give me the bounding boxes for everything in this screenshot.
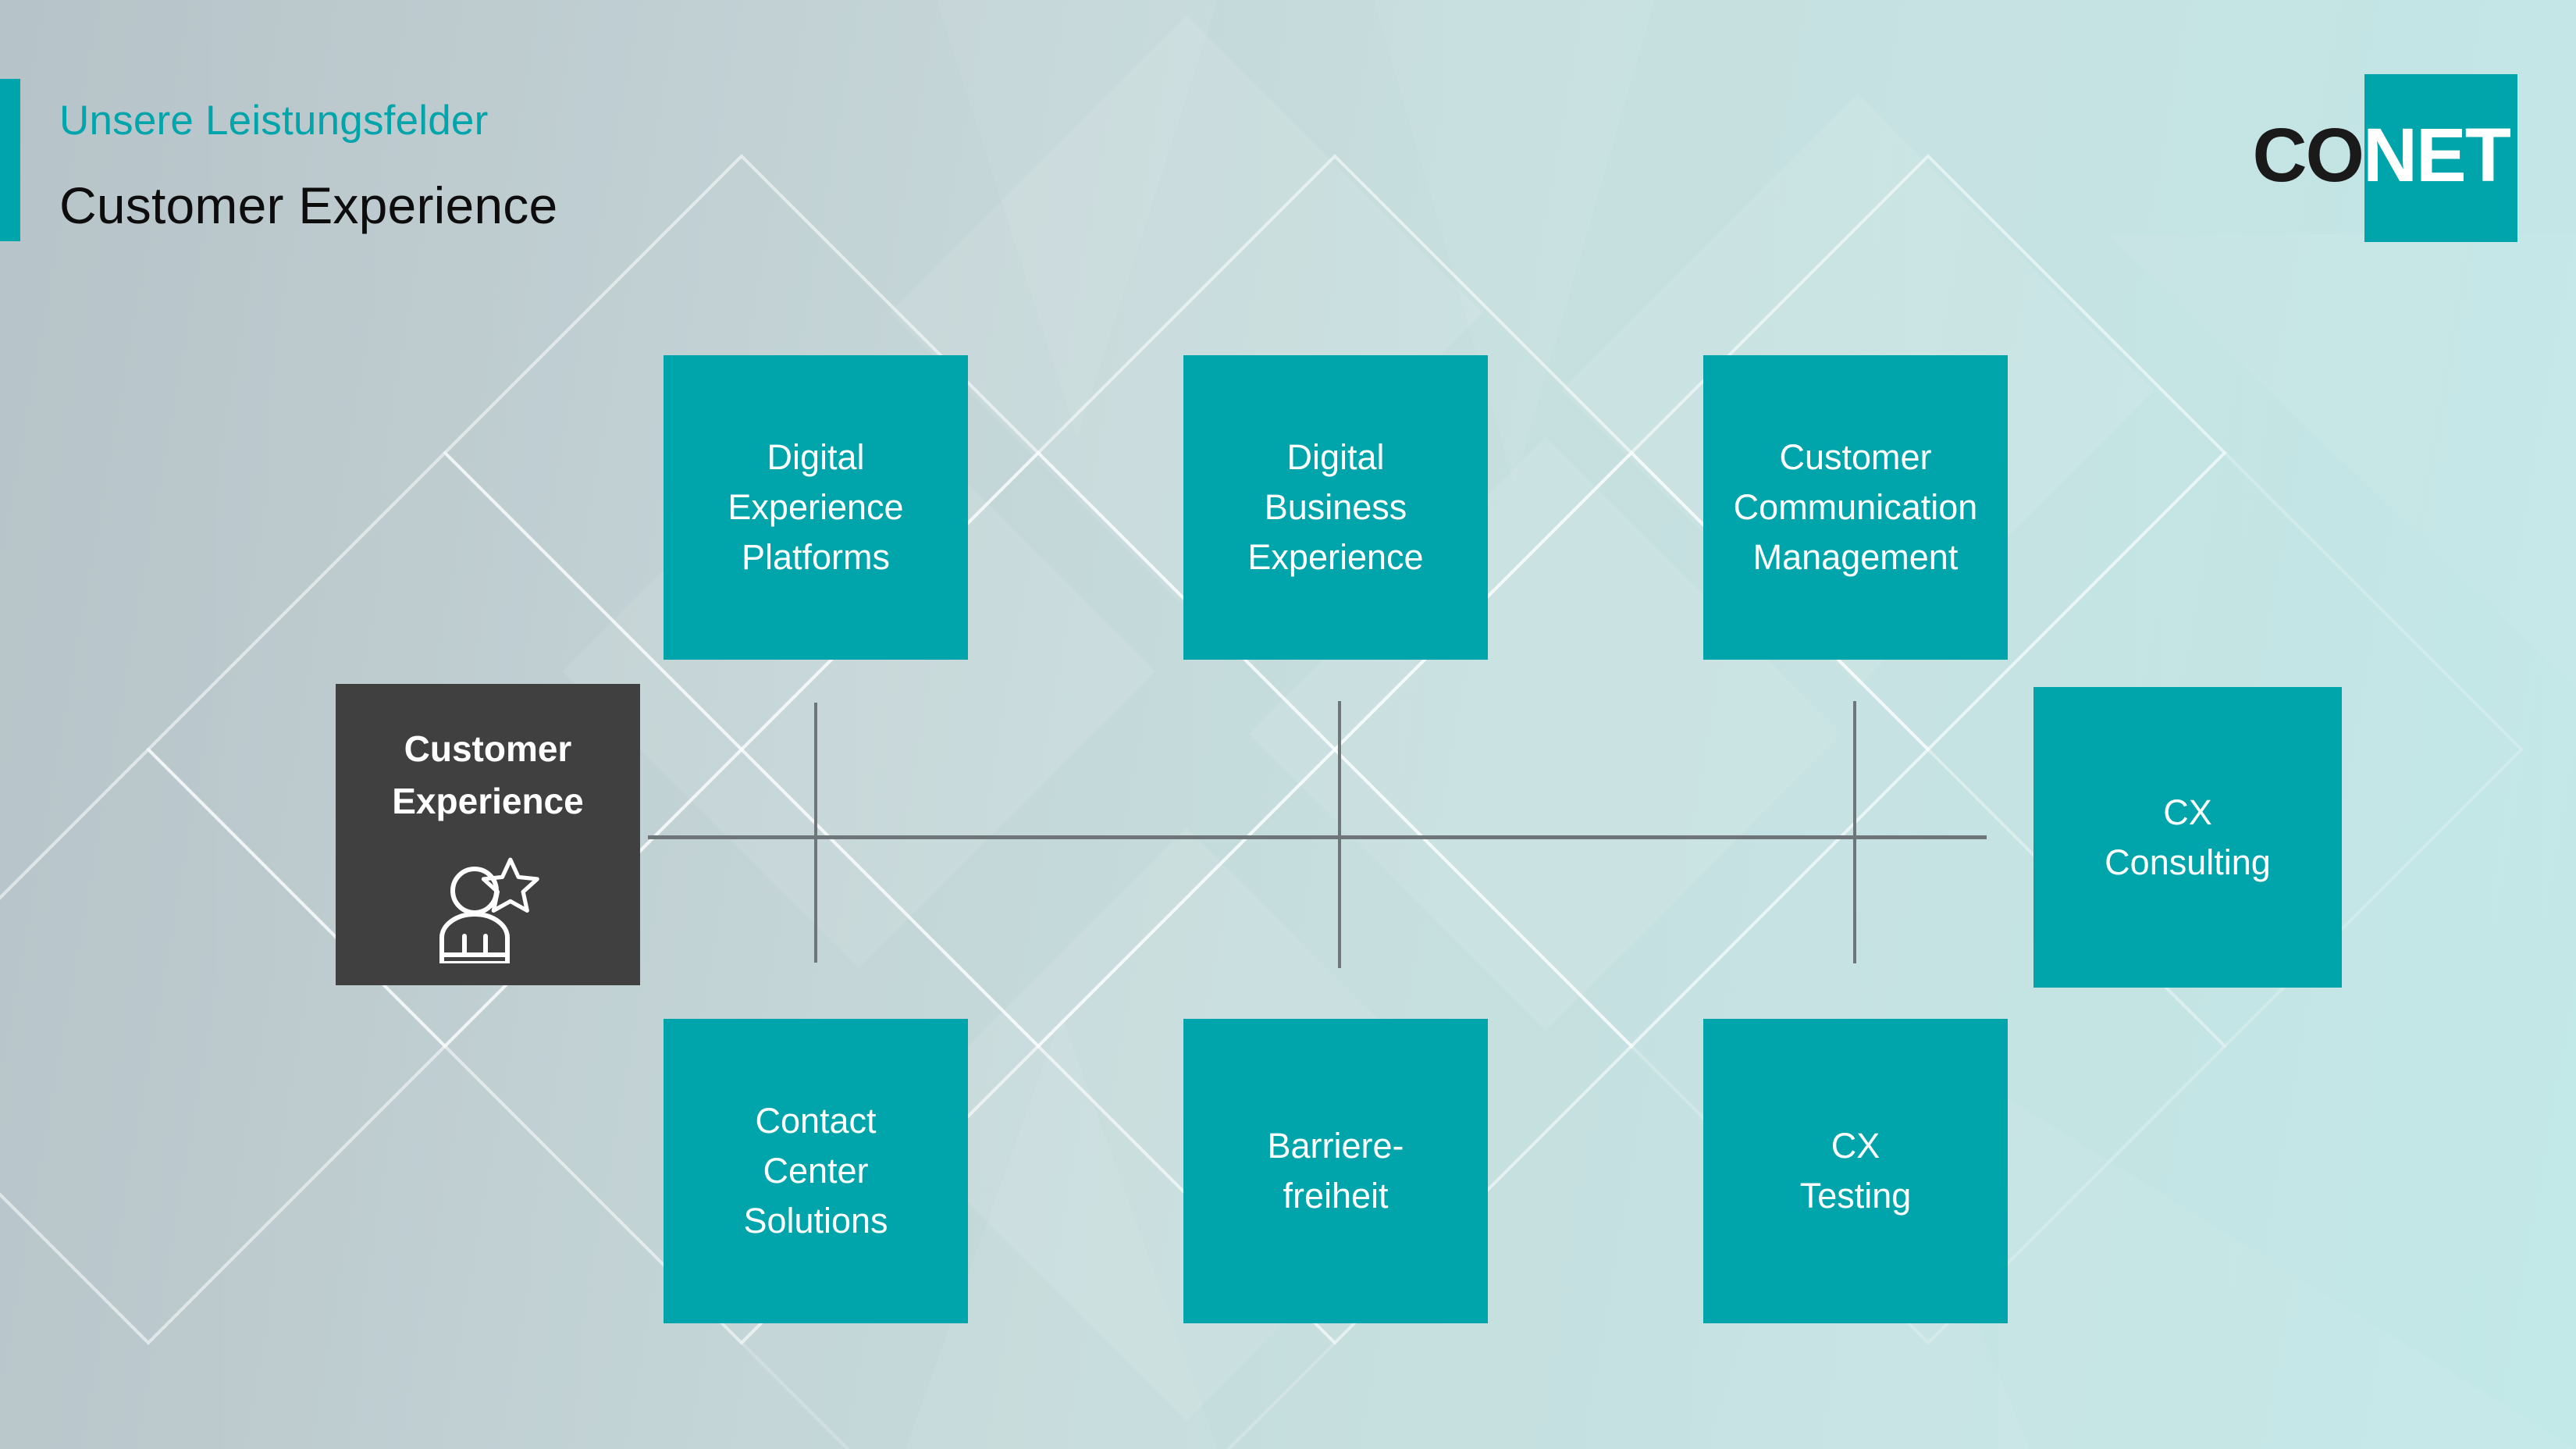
node-barrierefreiheit[interactable]: Barriere- freiheit	[1183, 1019, 1488, 1323]
person-star-icon	[439, 857, 539, 964]
node-cx-consulting[interactable]: CX Consulting	[2033, 687, 2342, 988]
node-contact-center-solutions[interactable]: Contact Center Solutions	[664, 1019, 968, 1323]
connector-vertical-2	[1338, 701, 1341, 968]
eyebrow-text: Unsere Leistungsfelder	[59, 98, 489, 144]
node-digital-business-experience[interactable]: Digital Business Experience	[1183, 355, 1488, 660]
conet-logo: CONET	[2229, 74, 2517, 242]
node-label: Digital Experience Platforms	[728, 437, 904, 577]
node-label: Digital Business Experience	[1247, 437, 1424, 577]
connector-vertical-3	[1853, 701, 1856, 963]
connector-horizontal	[648, 835, 1987, 839]
node-core-label: Customer Experience	[392, 728, 584, 821]
connector-vertical-1	[814, 703, 817, 963]
node-label: Barriere- freiheit	[1267, 1126, 1404, 1216]
slide-canvas: Unsere Leistungsfelder Customer Experien…	[0, 0, 2576, 1449]
node-label: CX Consulting	[2105, 792, 2271, 882]
node-label: CX Testing	[1799, 1126, 1912, 1216]
logo-text-net: NET	[2363, 112, 2511, 198]
node-customer-experience-core[interactable]: Customer Experience	[336, 684, 640, 985]
page-title: Customer Experience	[59, 176, 558, 234]
node-customer-communication-management[interactable]: Customer Communication Management	[1703, 355, 2008, 660]
logo-wordmark: CONET	[2229, 117, 2517, 193]
node-label: Contact Center Solutions	[743, 1101, 888, 1241]
logo-text-co: CO	[2252, 112, 2364, 198]
node-digital-experience-platforms[interactable]: Digital Experience Platforms	[664, 355, 968, 660]
title-accent-bar	[0, 79, 20, 241]
node-label: Customer Communication Management	[1733, 437, 1978, 577]
node-cx-testing[interactable]: CX Testing	[1703, 1019, 2008, 1323]
